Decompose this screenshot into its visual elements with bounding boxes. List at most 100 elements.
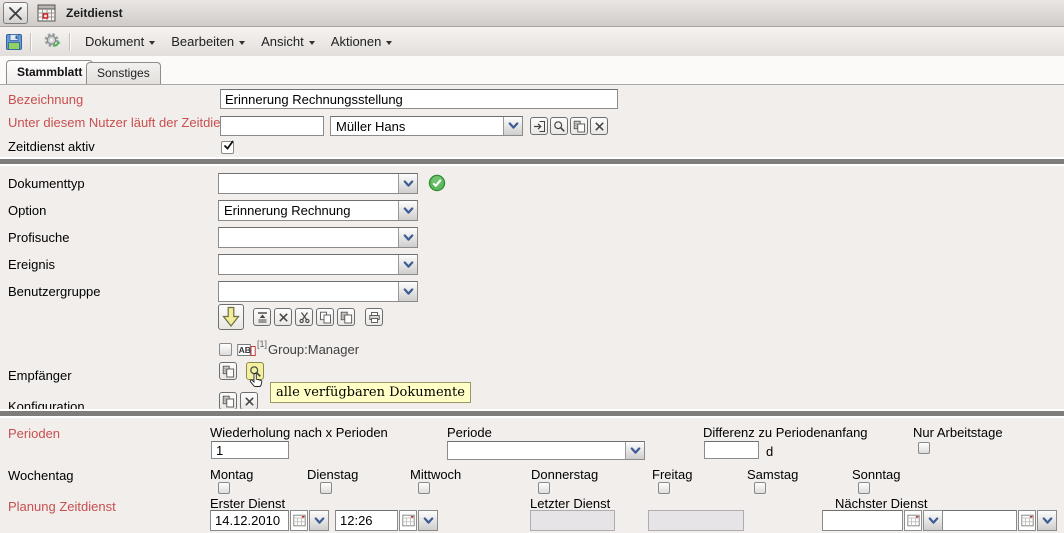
naechster-datum-dropdown-button[interactable]	[923, 510, 943, 531]
dokumenttyp-select[interactable]	[218, 173, 418, 194]
wiederholung-input[interactable]	[211, 441, 289, 459]
weekday-checkbox-sonntag[interactable]	[858, 482, 870, 494]
naechster-zeit-dropdown-button[interactable]	[1037, 510, 1057, 531]
zeitdienst-window: Zeitdienst Dokument Bearbeiten Ansicht A…	[0, 0, 1064, 533]
menu-bearbeiten[interactable]: Bearbeiten	[163, 31, 253, 52]
nutzer-label: Unter diesem Nutzer läuft der Zeitdienst	[8, 115, 238, 130]
benutzergruppe-select-value	[219, 282, 398, 301]
tab-stammblatt[interactable]: Stammblatt	[6, 60, 93, 84]
chevron-down-icon	[928, 517, 939, 525]
window-title: Zeitdienst	[66, 6, 123, 20]
nutzer-id-input[interactable]	[220, 116, 324, 136]
letzter-dienst-label: Letzter Dienst	[530, 496, 610, 511]
weekday-label-mittwoch: Mittwoch	[410, 467, 461, 482]
naechster-zeit-calendar-button[interactable]	[1018, 510, 1036, 531]
search-button[interactable]	[550, 117, 568, 135]
chevron-down-icon[interactable]	[625, 442, 644, 459]
move-down-button[interactable]	[218, 304, 244, 330]
menu-ansicht[interactable]: Ansicht	[253, 31, 323, 52]
paste-icon	[222, 365, 235, 378]
erster-zeit-dropdown-button[interactable]	[418, 510, 438, 531]
periode-select[interactable]	[447, 441, 645, 460]
clear-button[interactable]	[590, 117, 608, 135]
chevron-down-icon[interactable]	[398, 174, 417, 193]
weekday-checkbox-montag[interactable]	[218, 482, 230, 494]
differenz-input[interactable]	[704, 441, 759, 459]
clear-icon	[593, 120, 606, 133]
menu-dokument-label: Dokument	[85, 34, 144, 49]
empfaenger-label: Empfänger	[8, 368, 72, 383]
paste-button[interactable]	[337, 308, 355, 326]
letzter-datum-input	[530, 510, 615, 531]
section-divider	[0, 157, 1064, 166]
menu-dokument[interactable]: Dokument	[77, 31, 163, 52]
cut-button[interactable]	[295, 308, 313, 326]
delete-icon	[277, 311, 290, 324]
weekday-checkbox-freitag[interactable]	[658, 482, 670, 494]
chevron-down-icon[interactable]	[398, 255, 417, 274]
naechster-datum-calendar-button[interactable]	[904, 510, 922, 531]
chevron-down-icon	[386, 41, 392, 45]
calendar-app-icon	[37, 4, 56, 22]
group-entry-checkbox[interactable]	[219, 343, 232, 356]
chevron-down-icon[interactable]	[398, 282, 417, 301]
benutzergruppe-select[interactable]	[218, 281, 418, 302]
close-icon	[7, 5, 24, 22]
periode-select-value	[448, 442, 625, 459]
print-button[interactable]	[365, 308, 383, 326]
arbeitstage-checkbox[interactable]	[918, 442, 930, 454]
copy-button[interactable]	[316, 308, 334, 326]
chevron-down-icon	[1042, 517, 1053, 525]
naechster-datum-input[interactable]	[822, 510, 903, 531]
naechster-zeit-input[interactable]	[942, 510, 1017, 531]
select-top-button[interactable]	[253, 308, 271, 326]
paste-button[interactable]	[570, 117, 588, 135]
select-top-icon	[256, 311, 269, 324]
open-record-button[interactable]	[530, 117, 548, 135]
paste-icon	[573, 120, 586, 133]
tab-bar: Stammblatt Sonstiges	[0, 56, 1064, 85]
delete-button[interactable]	[274, 308, 292, 326]
aktiv-label: Zeitdienst aktiv	[8, 139, 95, 154]
option-select[interactable]: Erinnerung Rechnung	[218, 200, 418, 221]
weekday-checkbox-donnerstag[interactable]	[538, 482, 550, 494]
option-label: Option	[8, 203, 46, 218]
konfiguration-paste-button[interactable]	[219, 392, 237, 410]
chevron-down-icon[interactable]	[398, 228, 417, 247]
erster-datum-dropdown-button[interactable]	[309, 510, 329, 531]
erster-datum-calendar-button[interactable]	[290, 510, 308, 531]
close-button[interactable]	[3, 2, 28, 24]
zeitdienst-aktiv-checkbox[interactable]	[221, 141, 234, 154]
process-button[interactable]	[42, 31, 63, 52]
profisuche-select[interactable]	[218, 227, 418, 248]
menu-aktionen[interactable]: Aktionen	[323, 31, 401, 52]
erster-datum-input[interactable]	[210, 510, 289, 531]
stammblatt-form: Bezeichnung Unter diesem Nutzer läuft de…	[0, 85, 1064, 533]
chevron-down-icon[interactable]	[398, 201, 417, 220]
ok-check-icon	[428, 174, 446, 192]
weekday-checkbox-samstag[interactable]	[754, 482, 766, 494]
bezeichnung-input[interactable]	[220, 89, 618, 109]
ereignis-select[interactable]	[218, 254, 418, 275]
weekday-label-samstag: Samstag	[747, 467, 798, 482]
move-down-icon	[219, 305, 243, 329]
erster-zeit-calendar-button[interactable]	[399, 510, 417, 531]
section-divider	[0, 409, 1064, 418]
dokumenttyp-label: Dokumenttyp	[8, 176, 85, 191]
save-button[interactable]	[4, 32, 24, 52]
erster-zeit-input[interactable]	[335, 510, 398, 531]
differenz-label: Differenz zu Periodenanfang	[703, 425, 868, 440]
chevron-down-icon[interactable]	[503, 117, 522, 135]
konfiguration-clear-button[interactable]	[240, 392, 258, 410]
weekday-checkbox-dienstag[interactable]	[320, 482, 332, 494]
empfaenger-paste-button[interactable]	[219, 362, 237, 380]
toolbar-separator	[30, 33, 32, 51]
paste-icon	[222, 395, 235, 408]
svg-text:AB: AB	[239, 345, 251, 355]
nutzer-select[interactable]: Müller Hans	[330, 116, 523, 136]
tab-sonstiges[interactable]: Sonstiges	[86, 62, 161, 84]
weekday-label-donnerstag: Donnerstag	[531, 467, 598, 482]
process-gear-icon	[43, 32, 62, 51]
weekday-checkbox-mittwoch[interactable]	[418, 482, 430, 494]
dokumenttyp-select-value	[219, 174, 398, 193]
